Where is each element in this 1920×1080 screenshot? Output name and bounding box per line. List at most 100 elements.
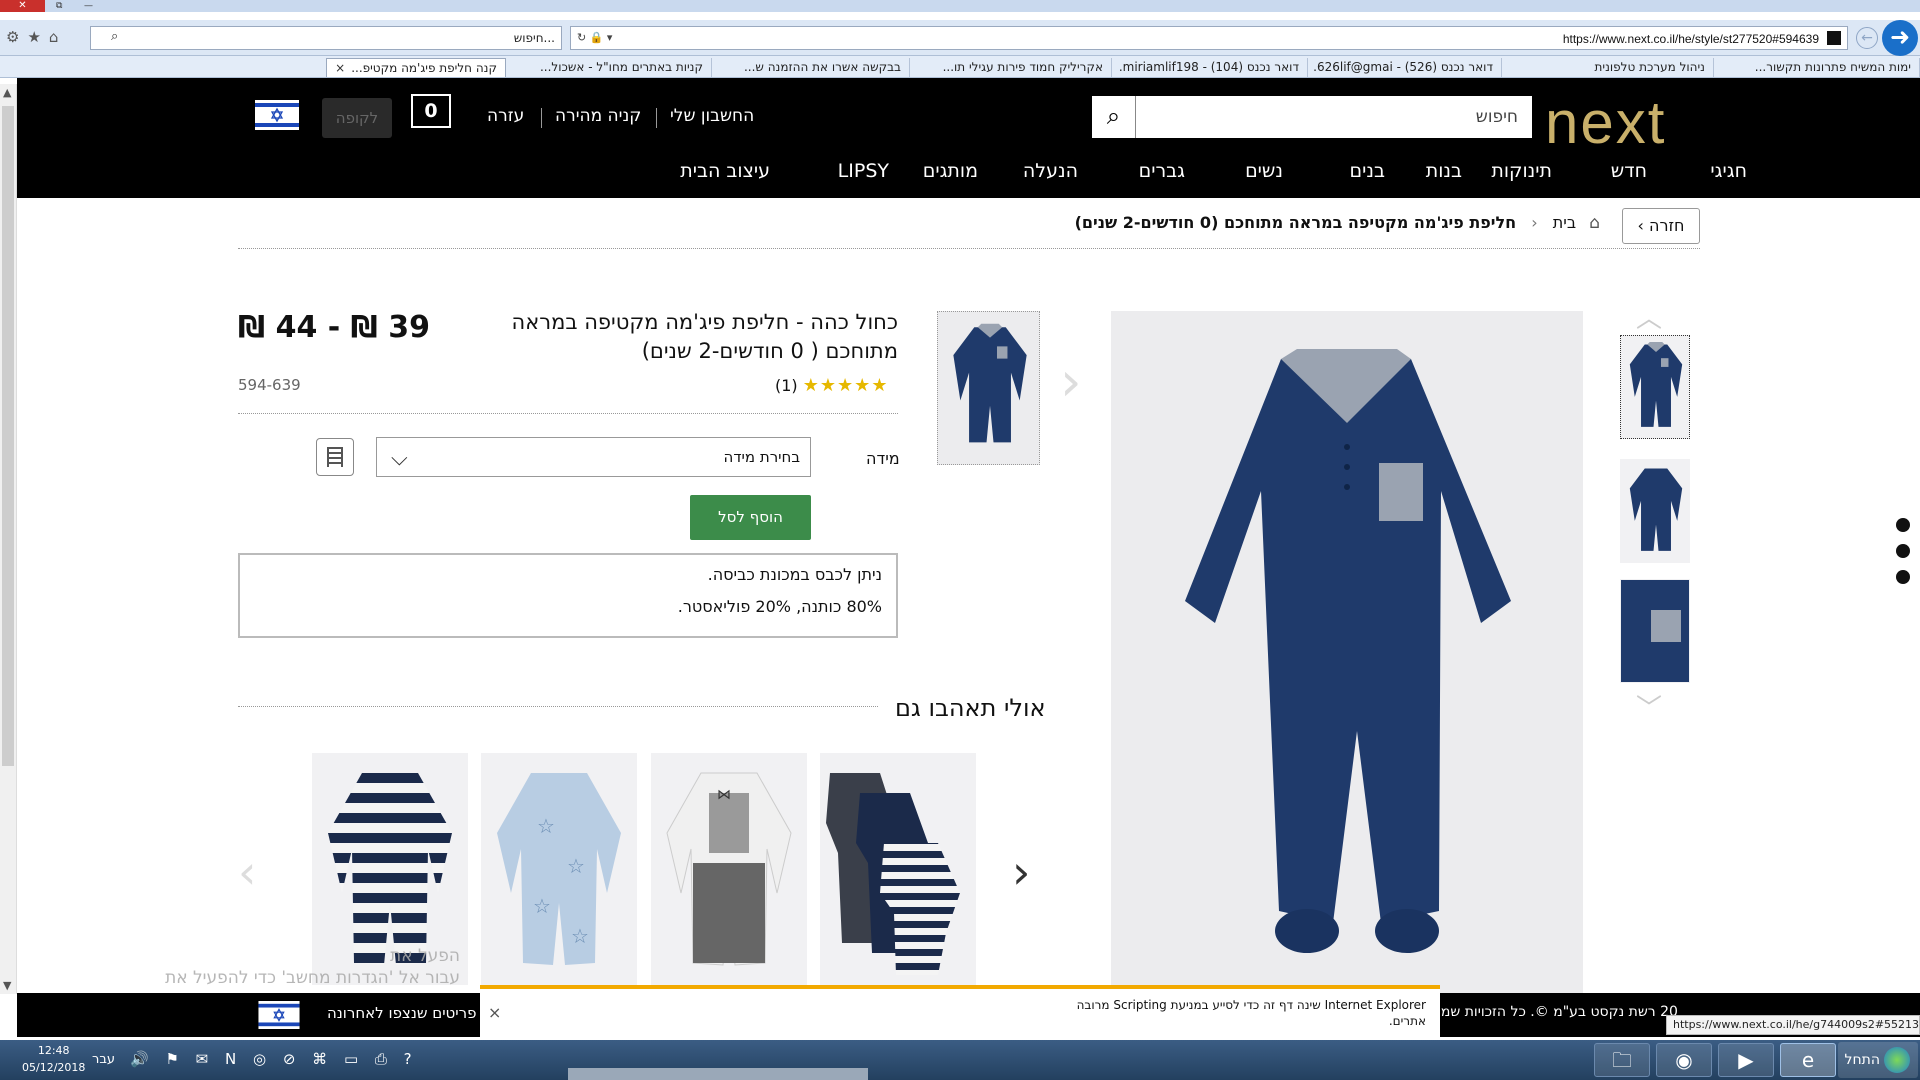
nav-item[interactable]: מותגים (923, 160, 978, 182)
recently-viewed-link[interactable]: פריטים שנצפו לאחרונה (327, 1004, 476, 1022)
refresh-icon[interactable]: ↻ 🔒 ▾ (577, 31, 612, 44)
chevron-left-icon[interactable]: ‹ (238, 845, 256, 899)
start-button[interactable]: התחל (1838, 1042, 1918, 1078)
chevron-up-icon[interactable]: ︿ (1636, 298, 1662, 335)
chrome-icon[interactable]: ◉ (1656, 1043, 1712, 1077)
shopping-bag-icon[interactable]: 0 (411, 94, 451, 128)
nav-item[interactable]: LIPSY (838, 160, 889, 182)
tab-label: אקריליק חמוד פירות עגילי תו... (942, 60, 1103, 74)
address-bar[interactable]: ↻ 🔒 ▾ https://www.next.co.il/he/style/st… (570, 26, 1848, 50)
pagination-dot[interactable] (1896, 570, 1910, 584)
back-link[interactable]: ‹ חזרה (1622, 208, 1700, 244)
breadcrumb-home[interactable]: בית (1553, 213, 1576, 232)
product-details-box: ניתן לכבס במכונת כביסה. 80% כותנה, 20% פ… (238, 553, 898, 638)
israel-flag-icon[interactable] (257, 1001, 301, 1029)
chevron-right-icon[interactable]: › (1060, 350, 1082, 413)
forward-button[interactable]: ← (1856, 27, 1878, 49)
recommended-product[interactable]: ⋈ (651, 753, 807, 985)
window-close-button[interactable]: ✕ (0, 0, 45, 12)
recommended-product[interactable]: ☆ ☆ ☆ ☆ (481, 753, 637, 985)
nav-item[interactable]: גברים (1139, 160, 1185, 182)
header-divider (656, 108, 657, 128)
main-navigation: חגיגי חדש תינוקות בנות בנים נשים גברים הנעלה מות… (17, 150, 1920, 198)
tab-label: דואר נכנס (104) - miriamlif198... (1118, 60, 1299, 74)
nav-item[interactable]: נשים (1245, 160, 1283, 182)
nav-item[interactable]: תינוקות (1491, 160, 1552, 182)
nav-item[interactable]: הנעלה (1023, 160, 1078, 182)
care-line: 80% כותנה, 20% פוליאסטר. (677, 597, 882, 616)
browser-tab[interactable]: קנה חליפת פיג'מה מקטיפ... × (326, 58, 506, 77)
divider (238, 706, 878, 707)
browser-tab[interactable]: אקריליק חמוד פירות עגילי תו... (916, 58, 1112, 77)
nav-item[interactable]: בנות (1426, 160, 1462, 182)
search-icon: ⌕ (111, 29, 119, 44)
product-rating[interactable]: (1) ★★★★★ (775, 375, 888, 396)
media-player-icon[interactable]: ▶ (1718, 1043, 1774, 1077)
tab-label: דואר נכנס (526) - 626lif@gmai... (1314, 60, 1493, 74)
nav-item[interactable]: חדש (1611, 160, 1647, 182)
svg-text:⋈: ⋈ (717, 787, 731, 803)
tab-label: בבקשה אשרו את ההזמנה ש... (743, 60, 901, 74)
close-icon[interactable]: × (488, 1003, 501, 1022)
page-scrollbar[interactable]: ▲ ▼ (0, 84, 17, 994)
window-minimize-button[interactable]: — (84, 0, 93, 12)
scroll-up-icon[interactable]: ▲ (3, 86, 11, 99)
product-main-image[interactable] (1111, 311, 1583, 993)
close-icon[interactable]: × (335, 61, 345, 75)
tab-strip: קנה חליפת פיג'מה מקטיפ... × קניות באתרים מ… (0, 56, 1920, 78)
browser-tab[interactable]: דואר נכנס (104) - miriamlif198... (1118, 58, 1308, 77)
star-rating-icon: ★★★★★ (802, 375, 889, 396)
israel-flag-icon[interactable] (255, 100, 299, 130)
home-icon[interactable]: ⌂ (1589, 213, 1600, 233)
ie-notification-message: Internet Explorer שינה דף זה כדי לסייע ב… (1076, 998, 1426, 1028)
search-icon[interactable]: ⌕ (1092, 96, 1136, 138)
ruler-icon (327, 447, 343, 467)
browser-tools-icons[interactable]: ⚙★⌂ (6, 28, 66, 46)
product-thumbnail[interactable] (1620, 335, 1690, 439)
nav-item[interactable]: חגיגי (1710, 160, 1747, 182)
language-indicator[interactable]: עבר (92, 1052, 115, 1067)
activate-windows-watermark: הפעל את עבור אל 'הגדרות מחשב' כדי להפעיל… (165, 946, 460, 988)
add-to-bag-button[interactable]: הוסף לסל (690, 495, 811, 540)
pagination-dot[interactable] (1896, 518, 1910, 532)
my-account-link[interactable]: החשבון שלי (670, 106, 754, 126)
size-guide-button[interactable] (316, 438, 354, 476)
recommended-product[interactable] (820, 753, 976, 985)
checkout-button[interactable]: לקופה (322, 98, 392, 138)
system-clock[interactable]: 12:48 05/12/2018 (22, 1042, 85, 1076)
chevron-left-icon: ‹ (1531, 213, 1538, 232)
quick-buy-link[interactable]: קניה מהירה (555, 106, 641, 126)
next-logo[interactable]: next (1545, 88, 1666, 157)
browser-tab[interactable]: ניהול מערכת טלפונית (1508, 58, 1714, 77)
address-url[interactable]: https://www.next.co.il/he/style/st277520… (1563, 32, 1819, 46)
help-link[interactable]: עזרה (487, 106, 524, 126)
scroll-down-icon[interactable]: ▼ (3, 979, 11, 992)
browser-tab[interactable]: קניות באתרים מחו"ל - אשכול... (508, 58, 712, 77)
back-button[interactable]: ➜ (1882, 20, 1918, 56)
rating-count[interactable]: (1) (775, 376, 798, 395)
product-thumbnail[interactable] (1620, 459, 1690, 563)
browser-tab[interactable]: ימות המשיח פתרונות תקשור... (1720, 58, 1920, 77)
product-thumbnail[interactable] (1620, 579, 1690, 683)
file-explorer-icon[interactable]: 🗀 (1594, 1043, 1650, 1077)
nav-item[interactable]: בנים (1350, 160, 1385, 182)
chevron-down-icon[interactable]: ﹀ (1636, 688, 1662, 725)
size-select[interactable]: בחירת מידה ⌵ (376, 437, 811, 477)
chevron-right-icon[interactable]: › (1012, 845, 1030, 899)
browser-tab[interactable]: בבקשה אשרו את ההזמנה ש... (718, 58, 910, 77)
browser-tab[interactable]: דואר נכנס (526) - 626lif@gmai... (1314, 58, 1502, 77)
site-search-input[interactable]: ⌕ חיפוש (1092, 96, 1532, 138)
recommendations-title: אולי תאהבו גם (895, 694, 1046, 722)
copyright-text: 20 רשת נקסט בע"מ ©. כל הזכויות שמו (1437, 1004, 1678, 1020)
window-restore-button[interactable]: ⧉ (56, 0, 62, 12)
product-side-thumbnail[interactable] (937, 311, 1040, 465)
tab-label: ימות המשיח פתרונות תקשור... (1754, 60, 1911, 74)
browser-search-input[interactable]: ⌕ חיפוש... (90, 26, 562, 50)
internet-explorer-icon[interactable]: e (1780, 1043, 1836, 1077)
system-tray-icons[interactable]: 🔊 ⚑ ✉ N ◎ ⊘ ⌘ ▭ ⎙ ? (130, 1050, 418, 1068)
tab-label: קנה חליפת פיג'מה מקטיפ... (351, 61, 497, 75)
pagination-dot[interactable] (1896, 544, 1910, 558)
nav-item[interactable]: עיצוב הבית (680, 160, 770, 182)
svg-text:☆: ☆ (571, 924, 589, 948)
scrollbar-thumb[interactable] (2, 106, 14, 766)
